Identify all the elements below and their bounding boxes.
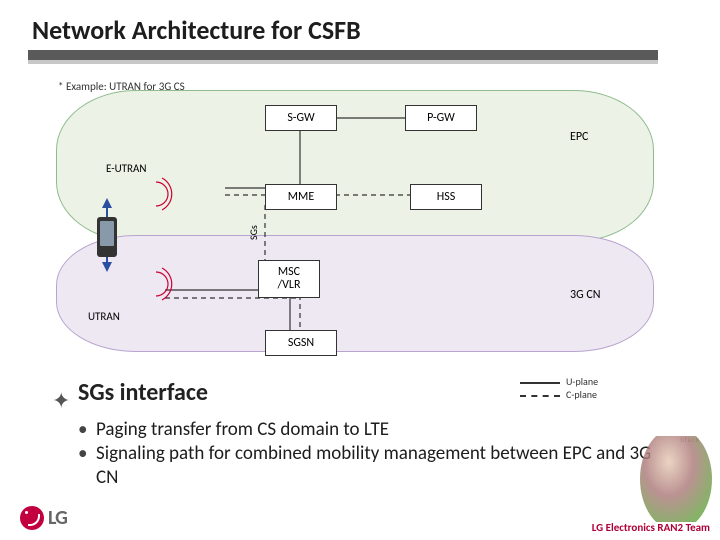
utran-label: UTRAN	[88, 310, 120, 323]
title-rule-dark	[28, 50, 658, 60]
hss-node: HSS	[410, 184, 482, 210]
msc-vlr-node: MSC /VLR	[258, 260, 320, 298]
sgsn-node: SGSN	[265, 330, 337, 356]
bullet-1: Paging transfer from CS domain to LTE	[96, 418, 389, 441]
bullet-2: Signaling path for combined mobility man…	[96, 442, 651, 489]
epc-label: EPC	[570, 130, 588, 144]
title-rule-light	[28, 60, 658, 64]
pgw-node: P-GW	[405, 105, 477, 131]
lg-logo-circle-icon	[20, 506, 44, 530]
sgs-interface-label: SGs	[247, 225, 260, 240]
bullet-list: Paging transfer from CS domain to LTE Si…	[78, 418, 668, 489]
nodeb-icon	[138, 268, 172, 302]
section-heading: SGs interface	[78, 378, 208, 407]
ue-icon	[97, 217, 117, 257]
lg-logo: LG	[20, 506, 67, 530]
decorative-photo	[640, 436, 712, 522]
page-title: Network Architecture for CSFB	[32, 14, 361, 46]
legend-uplane: U-plane	[566, 375, 598, 388]
mme-node: MME	[265, 184, 337, 210]
sgw-node: S-GW	[265, 105, 337, 131]
enodeb-icon	[138, 178, 172, 212]
section-bullet-icon: ✦	[52, 387, 70, 414]
eutran-label: E-UTRAN	[106, 162, 146, 175]
footer-tag: LG Electronics RAN2 Team	[592, 521, 710, 534]
plane-legend: U-plane C-plane	[520, 375, 598, 401]
lg-logo-text: LG	[48, 506, 67, 530]
cn-label: 3G CN	[570, 288, 601, 302]
legend-cplane: C-plane	[566, 388, 597, 401]
